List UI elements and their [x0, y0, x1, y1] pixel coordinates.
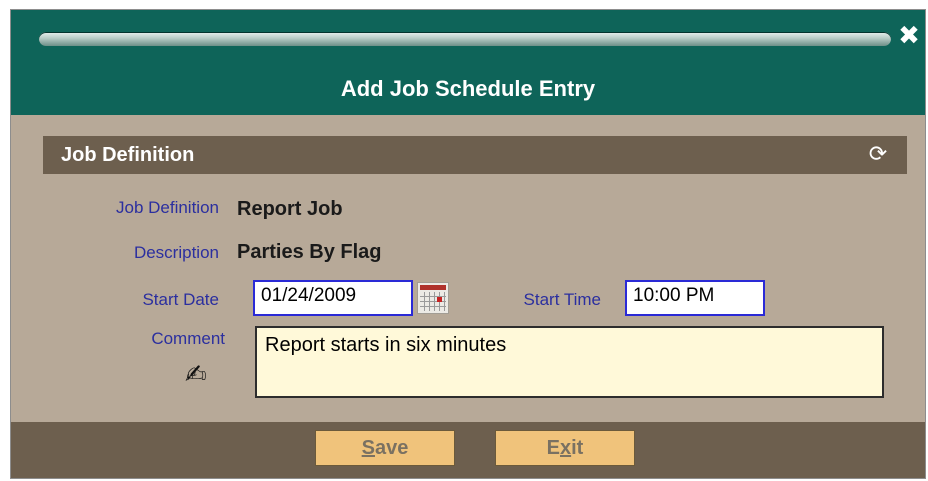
save-label: ave [374, 437, 409, 459]
title-bar[interactable]: ✖ Add Job Schedule Entry [11, 10, 925, 115]
exit-label-end: it [571, 437, 584, 459]
dialog-title: Add Job Schedule Entry [340, 76, 596, 101]
refresh-icon[interactable]: ⟳ [865, 142, 891, 168]
pen-icon[interactable]: ✍ [185, 360, 215, 390]
exit-label-start: E [546, 437, 560, 459]
exit-button[interactable]: Exit [495, 430, 635, 466]
job-definition-label: Job Definition [115, 198, 219, 217]
dialog-window: ✖ Add Job Schedule Entry Job Definition … [10, 9, 926, 479]
description-value: Parties By Flag [237, 241, 382, 263]
description-label: Description [133, 243, 219, 262]
save-mnemonic: S [361, 437, 375, 459]
title-bar-grip[interactable] [39, 32, 891, 46]
start-date-field[interactable]: 01/24/2009 [253, 280, 413, 316]
comment-label: Comment [151, 329, 225, 348]
exit-mnemonic: x [560, 437, 572, 459]
section-header-job-definition: Job Definition ⟳ [43, 136, 907, 174]
button-bar: Save Exit [11, 422, 925, 478]
start-date-label: Start Date [142, 290, 219, 309]
calendar-icon[interactable] [417, 282, 449, 314]
section-title: Job Definition [61, 144, 195, 166]
save-button[interactable]: Save [315, 430, 455, 466]
start-time-field[interactable]: 10:00 PM [625, 280, 765, 316]
comment-field[interactable]: Report starts in six minutes [255, 326, 884, 398]
close-icon[interactable]: ✖ [897, 23, 921, 49]
job-definition-value: Report Job [237, 198, 343, 220]
start-time-label: Start Time [523, 290, 601, 309]
